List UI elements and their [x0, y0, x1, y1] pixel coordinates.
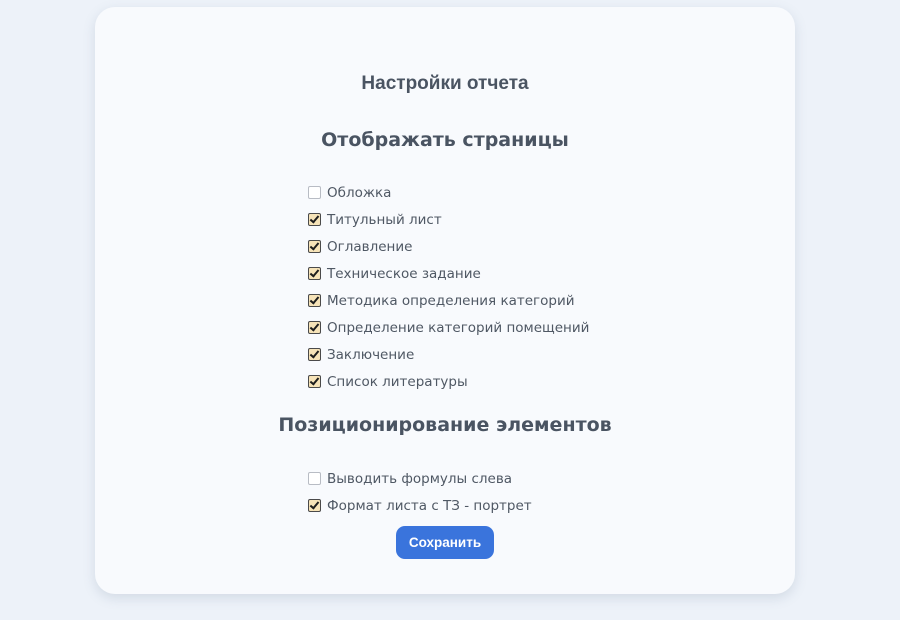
option-contents[interactable]: Оглавление	[308, 233, 589, 260]
checkbox-contents[interactable]	[308, 240, 321, 253]
option-room-categories[interactable]: Определение категорий помещений	[308, 314, 589, 341]
checkbox-title-page[interactable]	[308, 213, 321, 226]
report-settings-card: Настройки отчета Отображать страницы Обл…	[95, 7, 795, 594]
option-conclusion[interactable]: Заключение	[308, 341, 589, 368]
option-formulas-left[interactable]: Выводить формулы слева	[308, 465, 532, 492]
option-label: Заключение	[327, 346, 415, 363]
checkbox-methodology[interactable]	[308, 294, 321, 307]
section-title-pages: Отображать страницы	[321, 129, 569, 151]
option-title-page[interactable]: Титульный лист	[308, 206, 589, 233]
option-label: Список литературы	[327, 373, 468, 390]
option-label: Титульный лист	[327, 211, 442, 228]
option-portrait-format[interactable]: Формат листа с ТЗ - портрет	[308, 492, 532, 519]
positioning-options-list: Выводить формулы слева Формат листа с ТЗ…	[308, 465, 532, 519]
page-title: Настройки отчета	[361, 73, 529, 94]
option-methodology[interactable]: Методика определения категорий	[308, 287, 589, 314]
checkbox-bibliography[interactable]	[308, 375, 321, 388]
checkbox-room-categories[interactable]	[308, 321, 321, 334]
option-label: Выводить формулы слева	[327, 470, 513, 487]
save-button[interactable]: Сохранить	[396, 526, 494, 559]
checkbox-technical-task[interactable]	[308, 267, 321, 280]
option-cover[interactable]: Обложка	[308, 179, 589, 206]
checkbox-conclusion[interactable]	[308, 348, 321, 361]
option-label: Техническое задание	[327, 265, 481, 282]
option-technical-task[interactable]: Техническое задание	[308, 260, 589, 287]
option-label: Оглавление	[327, 238, 413, 255]
checkbox-portrait-format[interactable]	[308, 499, 321, 512]
checkbox-formulas-left[interactable]	[308, 472, 321, 485]
pages-options-list: Обложка Титульный лист Оглавление Технич…	[308, 179, 589, 395]
checkbox-cover[interactable]	[308, 186, 321, 199]
option-label: Обложка	[327, 184, 392, 201]
option-label: Формат листа с ТЗ - портрет	[327, 497, 532, 514]
option-bibliography[interactable]: Список литературы	[308, 368, 589, 395]
option-label: Методика определения категорий	[327, 292, 575, 309]
section-title-positioning: Позиционирование элементов	[278, 414, 612, 436]
option-label: Определение категорий помещений	[327, 319, 590, 336]
